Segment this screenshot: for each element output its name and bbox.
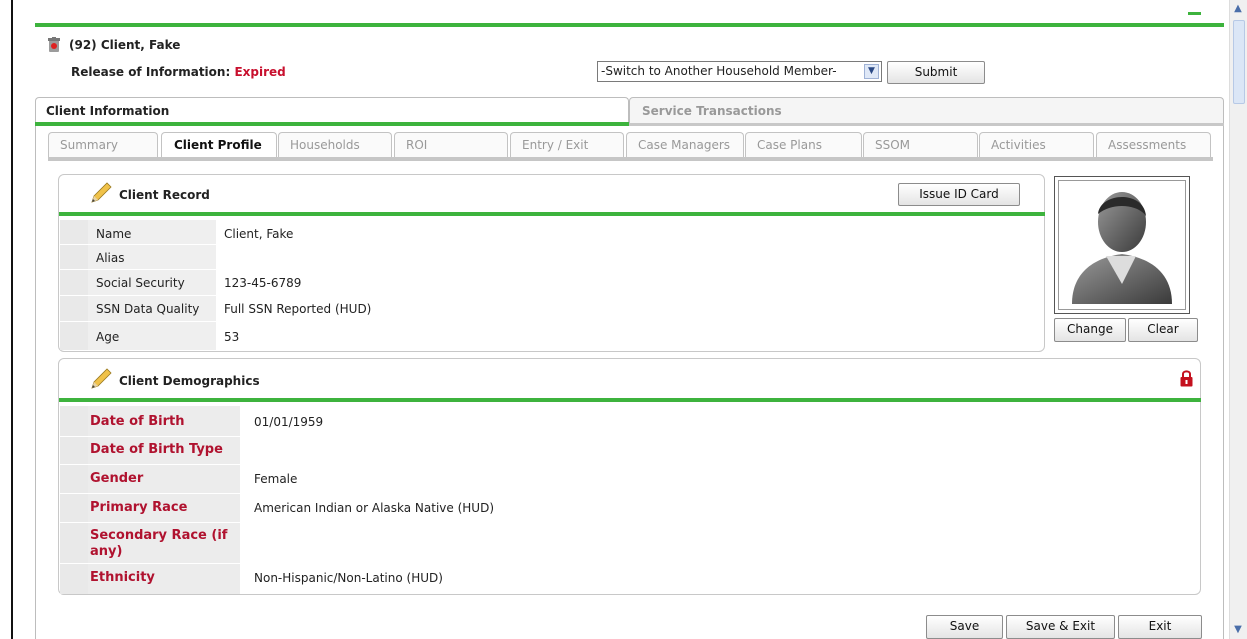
subtab-entry-exit[interactable]: Entry / Exit: [510, 132, 624, 157]
demographics-row-separator: [60, 436, 240, 437]
client-demographics-title: Client Demographics: [119, 374, 260, 388]
record-value-ssn-quality: Full SSN Reported (HUD): [224, 302, 372, 316]
lock-icon[interactable]: [1180, 369, 1193, 387]
tab-client-information[interactable]: Client Information: [35, 97, 629, 123]
demo-value-primary-race: American Indian or Alaska Native (HUD): [254, 501, 495, 515]
record-label-alias: Alias: [96, 251, 125, 265]
save-exit-button[interactable]: Save & Exit: [1006, 615, 1115, 639]
active-tab-underline: [35, 122, 629, 126]
clear-photo-button[interactable]: Clear: [1128, 318, 1198, 342]
record-row-separator: [60, 295, 216, 296]
scroll-thumb[interactable]: [1233, 20, 1245, 104]
submit-button[interactable]: Submit: [887, 61, 985, 84]
change-photo-button[interactable]: Change: [1054, 318, 1126, 342]
client-title: (92) Client, Fake: [69, 38, 181, 52]
header-green-bar: [35, 23, 1224, 27]
demo-label-secondary-race: Secondary Race (if any): [90, 528, 228, 559]
subtab-summary[interactable]: Summary: [48, 132, 158, 157]
inactive-tab-underline: [629, 123, 1224, 126]
tab-service-transactions-label: Service Transactions: [642, 104, 782, 118]
record-row-separator: [60, 269, 216, 270]
save-button[interactable]: Save: [926, 615, 1003, 639]
subtab-case-managers[interactable]: Case Managers: [626, 132, 744, 157]
demo-value-ethnicity: Non-Hispanic/Non-Latino (HUD): [254, 571, 443, 585]
demo-value-dob: 01/01/1959: [254, 415, 324, 429]
roi-status: Release of Information: Expired: [71, 65, 286, 79]
record-row-separator: [60, 244, 216, 245]
record-value-name: Client, Fake: [224, 227, 294, 241]
record-label-ssn: Social Security: [96, 276, 185, 290]
roi-expired-value: Expired: [234, 65, 286, 79]
client-demographics-greenbar: [59, 398, 1201, 402]
pencil-icon[interactable]: [89, 181, 113, 205]
record-label-age: Age: [96, 330, 120, 344]
tab-service-transactions[interactable]: Service Transactions: [629, 97, 1224, 123]
demographics-row-separator: [60, 522, 240, 523]
record-value-age: 53: [224, 330, 240, 344]
scroll-down-icon[interactable]: ▼: [1231, 623, 1245, 637]
demo-label-dob-type: Date of Birth Type: [90, 442, 223, 457]
demo-label-gender: Gender: [90, 471, 144, 486]
subtab-households[interactable]: Households: [278, 132, 392, 157]
left-border: [11, 0, 13, 639]
scroll-up-icon[interactable]: ▲: [1231, 2, 1245, 16]
tab-client-information-label: Client Information: [46, 104, 170, 118]
demographics-row-separator: [60, 464, 240, 465]
demographics-row-gutter: [60, 406, 88, 594]
person-silhouette-icon: [1072, 192, 1172, 304]
household-member-select[interactable]: -Switch to Another Household Member- ▼: [597, 61, 882, 82]
subtab-assessments[interactable]: Assessments: [1096, 132, 1211, 157]
demographics-row-separator: [60, 493, 240, 494]
household-member-select-value: -Switch to Another Household Member-: [601, 64, 837, 78]
subtab-ssom[interactable]: SSOM: [863, 132, 978, 157]
trash-icon[interactable]: [48, 37, 60, 53]
issue-id-card-button[interactable]: Issue ID Card: [898, 183, 1020, 206]
demographics-row-separator: [60, 563, 240, 564]
pencil-icon[interactable]: [89, 367, 113, 391]
subtab-roi[interactable]: ROI: [394, 132, 508, 157]
record-label-name: Name: [96, 227, 132, 241]
record-label-ssn-quality: SSN Data Quality: [96, 302, 200, 316]
record-value-ssn: 123-45-6789: [224, 276, 302, 290]
roi-label: Release of Information:: [71, 65, 231, 79]
demo-label-ethnicity: Ethnicity: [90, 570, 155, 585]
subtab-underline: [48, 157, 1213, 161]
exit-button[interactable]: Exit: [1118, 615, 1202, 639]
subtab-client-profile[interactable]: Client Profile: [161, 132, 277, 157]
client-record-title: Client Record: [119, 188, 210, 202]
demo-label-dob: Date of Birth: [90, 414, 185, 429]
content-frame-left: [35, 126, 36, 639]
record-row-separator: [60, 321, 216, 322]
subtab-case-plans[interactable]: Case Plans: [745, 132, 862, 157]
content-frame-right: [1223, 126, 1224, 639]
top-green-marker: [1188, 12, 1201, 15]
demo-label-primary-race: Primary Race: [90, 500, 188, 515]
subtab-activities[interactable]: Activities: [979, 132, 1094, 157]
record-row-gutter: [60, 220, 88, 350]
client-record-greenbar: [59, 212, 1045, 216]
demo-value-gender: Female: [254, 472, 298, 486]
chevron-down-icon[interactable]: ▼: [864, 64, 879, 79]
